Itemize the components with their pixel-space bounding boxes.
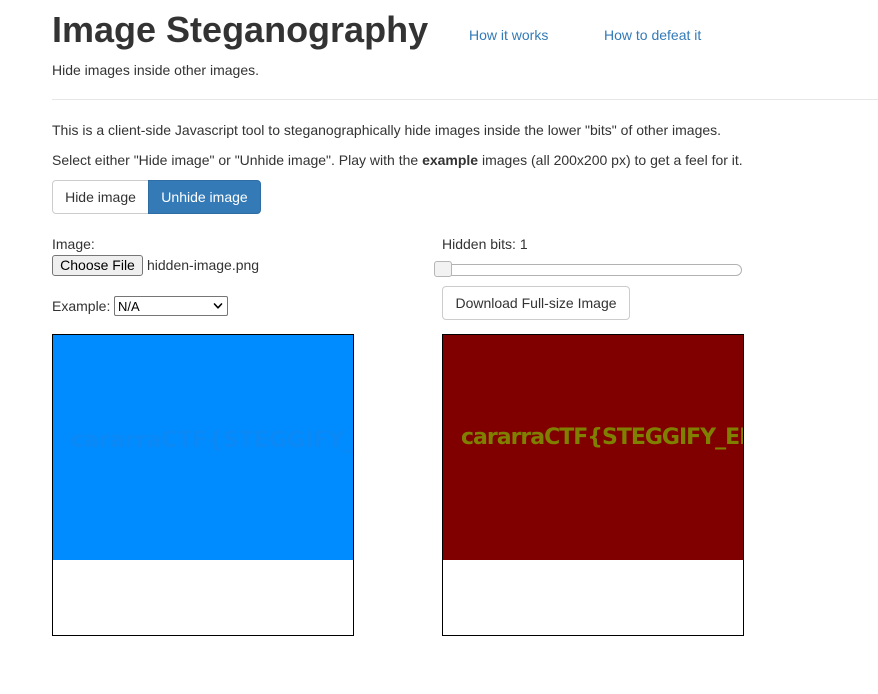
page-title: Image Steganography [52, 9, 429, 50]
image-label: Image: [52, 236, 95, 252]
example-select-value: N/A [118, 299, 140, 314]
revealed-flag-text: cararraCTF{STEGGIFY_EM} [461, 425, 744, 450]
nav-link-how-it-works[interactable]: How it works [469, 26, 548, 44]
example-label: Example: [52, 298, 111, 314]
choose-file-button[interactable]: Choose File [52, 255, 143, 276]
page-subtitle: Hide images inside other images. [52, 62, 259, 78]
unhide-image-button[interactable]: Unhide image [148, 180, 261, 214]
chevron-down-icon [213, 303, 223, 309]
download-full-size-button[interactable]: Download Full-size Image [442, 286, 630, 320]
hidden-bits-label: Hidden bits: 1 [442, 236, 528, 252]
source-faint-text: cararraCTF{STEGGIFY_EM} [71, 428, 354, 453]
source-image: cararraCTF{STEGGIFY_EM} [53, 335, 353, 560]
intro-text: This is a client-side Javascript tool to… [52, 122, 722, 138]
hide-image-button[interactable]: Hide image [52, 180, 149, 214]
instructions-example-emphasis: example [422, 152, 479, 168]
instructions-text-start: Select either "Hide image" or "Unhide im… [52, 152, 423, 168]
nav-link-how-to-defeat-it[interactable]: How to defeat it [604, 26, 701, 44]
result-image-canvas: cararraCTF{STEGGIFY_EM} [442, 334, 744, 636]
revealed-image: cararraCTF{STEGGIFY_EM} [443, 335, 743, 560]
hidden-bits-slider[interactable] [442, 264, 742, 276]
instructions-text-end: images (all 200x200 px) to get a feel fo… [478, 152, 743, 168]
header-divider [52, 99, 878, 100]
selected-file-name: hidden-image.png [147, 257, 260, 273]
instructions-text: Select either "Hide image" or "Unhide im… [52, 151, 743, 169]
hidden-bits-slider-thumb[interactable] [434, 261, 452, 277]
example-select[interactable]: N/A [114, 296, 228, 316]
source-image-canvas: cararraCTF{STEGGIFY_EM} [52, 334, 354, 636]
